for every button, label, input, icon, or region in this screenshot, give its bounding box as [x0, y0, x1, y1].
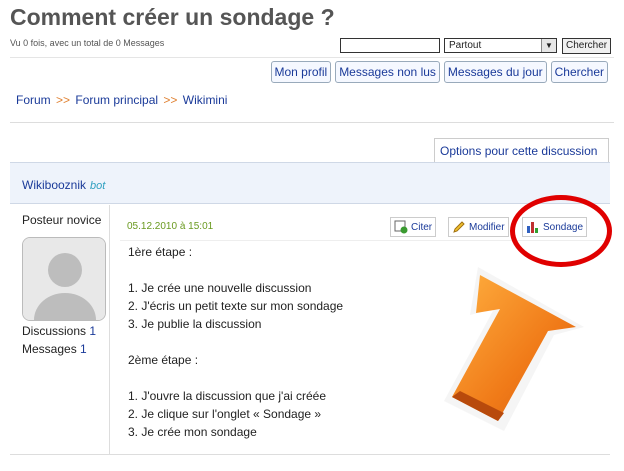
view-count: Vu 0 fois, avec un total de 0 Messages [10, 38, 165, 48]
messages-label: Messages [22, 342, 77, 356]
divider [10, 122, 614, 123]
discussions-stat: Discussions 1 [22, 324, 96, 338]
post-line: 1. J'ouvre la discussion que j'ai créée [128, 389, 327, 403]
highlight-circle [510, 195, 612, 267]
pencil-icon [453, 221, 465, 233]
post-line: 1ère étape : [128, 245, 193, 259]
post-line: 1. Je crée une nouvelle discussion [128, 281, 312, 295]
search-input[interactable] [340, 38, 440, 53]
author-name[interactable]: Wikibooznik [22, 178, 86, 192]
discussions-count[interactable]: 1 [89, 324, 96, 338]
discussion-options-tab[interactable]: Options pour cette discussion [434, 138, 609, 162]
chevron-down-icon: ▼ [541, 39, 556, 52]
post-line: 2. J'écris un petit texte sur mon sondag… [128, 299, 344, 313]
header-divider [10, 57, 614, 58]
unread-messages-button[interactable]: Messages non lus [335, 61, 440, 83]
profile-button[interactable]: Mon profil [270, 61, 332, 83]
post-date: 05.12.2010 à 15:01 [127, 221, 214, 232]
breadcrumb: Forum >> Forum principal >> Wikimini [16, 93, 227, 107]
today-messages-button[interactable]: Messages du jour [443, 61, 547, 83]
breadcrumb-forum[interactable]: Forum [16, 93, 51, 107]
arrow-icon [444, 267, 584, 431]
scope-value: Partout [449, 40, 482, 51]
scope-select[interactable]: Partout ▼ [444, 38, 557, 53]
quote-label: Citer [411, 221, 433, 233]
avatar-icon [23, 238, 105, 320]
search-nav-button[interactable]: Chercher [550, 61, 608, 83]
breadcrumb-main-forum[interactable]: Forum principal [75, 93, 158, 107]
author-tag: bot [90, 180, 106, 192]
post-line: 3. Je crée mon sondage [128, 425, 257, 439]
quote-button[interactable]: Citer [390, 217, 437, 237]
breadcrumb-separator: >> [163, 93, 178, 107]
author-rank: Posteur novice [22, 213, 102, 227]
quote-icon [394, 220, 408, 234]
avatar [22, 237, 106, 321]
messages-stat: Messages 1 [22, 342, 87, 356]
messages-count[interactable]: 1 [80, 342, 87, 356]
author-sidebar: Posteur novice Discussions 1 Messages 1 [10, 205, 110, 455]
post-header: Wikibooznik bot [10, 162, 610, 204]
edit-label: Modifier [469, 221, 505, 233]
post-line: 2. Je clique sur l'onglet « Sondage » [128, 407, 322, 421]
edit-button[interactable]: Modifier [448, 217, 509, 237]
breadcrumb-separator: >> [56, 93, 71, 107]
search-button[interactable]: Chercher [562, 38, 612, 54]
breadcrumb-wikimini[interactable]: Wikimini [183, 93, 228, 107]
post-author: Wikibooznik bot [22, 178, 105, 192]
post-line: 2ème étape : [128, 353, 199, 367]
page-title: Comment créer un sondage ? [10, 4, 335, 30]
discussions-label: Discussions [22, 324, 87, 338]
nav-buttons: Mon profil Messages non lus Messages du … [270, 61, 608, 83]
post-line: 3. Je publie la discussion [128, 317, 262, 331]
